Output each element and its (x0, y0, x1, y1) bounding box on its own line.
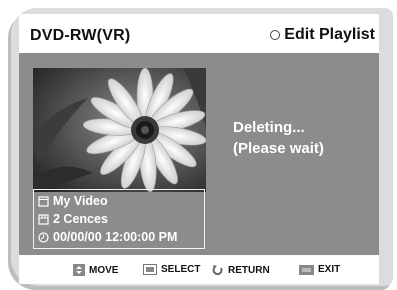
info-panel: My Video 2 Cences 00/00/00 12:00:00 PM (33, 189, 205, 249)
exit-key-icon (299, 264, 314, 275)
status-line-1: Deleting... (233, 119, 305, 136)
title-bar: DVD-RW(VR) Edit Playlist (19, 14, 379, 53)
return-icon (212, 265, 223, 276)
scene-icon (38, 213, 49, 225)
scenes-row: 2 Cences (38, 212, 108, 226)
move-hint: MOVE (73, 264, 118, 276)
status-line-2: (Please wait) (233, 140, 324, 157)
enter-key-icon (143, 264, 157, 275)
menu-title-label: Edit Playlist (284, 26, 375, 43)
title-icon (38, 195, 49, 207)
status-message: Deleting... (Please wait) (233, 117, 324, 159)
select-hint: SELECT (143, 264, 200, 275)
title-row: My Video (38, 194, 108, 208)
move-icon (73, 264, 85, 276)
return-label: RETURN (228, 264, 270, 276)
scenes-text: 2 Cences (53, 212, 108, 226)
thumbnail-image (33, 68, 206, 192)
osd-screen: DVD-RW(VR) Edit Playlist My Video 2 Cenc… (19, 14, 379, 284)
title-text: My Video (53, 194, 108, 208)
return-hint: RETURN (212, 264, 270, 276)
datetime-row: 00/00/00 12:00:00 PM (38, 230, 177, 244)
button-guide: MOVE SELECT RETURN EXIT (19, 255, 379, 284)
datetime-text: 00/00/00 12:00:00 PM (53, 230, 178, 244)
select-label: SELECT (161, 264, 201, 275)
move-label: MOVE (89, 264, 119, 276)
exit-hint: EXIT (299, 264, 340, 275)
circle-icon (270, 30, 281, 40)
device-label: DVD-RW(VR) (30, 27, 131, 44)
clock-icon (38, 231, 49, 243)
exit-label: EXIT (318, 264, 341, 275)
menu-title: Edit Playlist (270, 26, 375, 44)
